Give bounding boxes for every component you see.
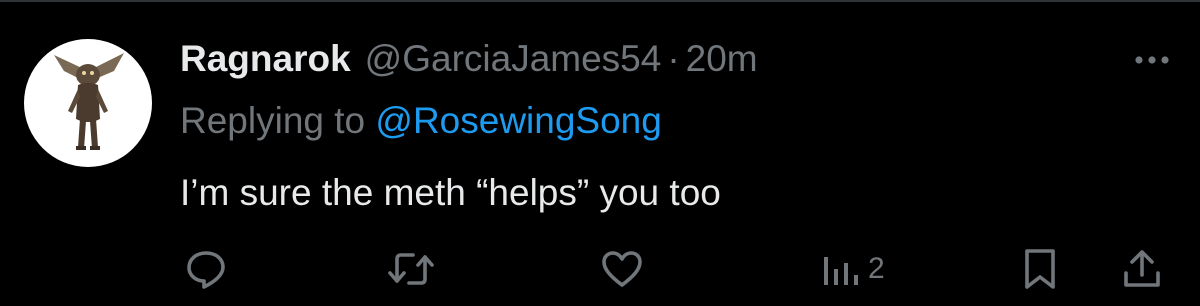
avatar[interactable] xyxy=(24,39,152,167)
bookmark-icon xyxy=(1025,249,1055,289)
timestamp[interactable]: 20m xyxy=(686,38,758,80)
replying-to-label: Replying to xyxy=(180,100,376,141)
views-icon xyxy=(824,257,858,285)
replying-to-line: Replying to @RosewingSong xyxy=(180,100,662,142)
retweet-button[interactable] xyxy=(386,246,436,292)
top-divider xyxy=(0,0,1200,2)
tweet-text: I’m sure the meth “helps” you too xyxy=(180,172,721,213)
more-dots-icon xyxy=(1135,56,1169,64)
reply-icon xyxy=(187,251,225,289)
bookmark-button[interactable] xyxy=(1022,246,1058,292)
share-icon xyxy=(1124,250,1160,287)
views-button[interactable]: 2 xyxy=(822,246,885,292)
user-handle[interactable]: @GarciaJames54 xyxy=(365,38,662,80)
share-button[interactable] xyxy=(1122,246,1162,292)
retweet-icon xyxy=(388,253,434,285)
more-options-button[interactable] xyxy=(1130,46,1174,74)
display-name[interactable]: Ragnarok xyxy=(180,38,351,80)
tweet-header: Ragnarok @GarciaJames54 · 20m xyxy=(180,38,758,86)
replying-to-mention[interactable]: @RosewingSong xyxy=(375,100,661,141)
like-button[interactable] xyxy=(600,246,644,292)
separator-dot: · xyxy=(667,38,680,79)
heart-icon xyxy=(602,251,642,287)
reply-button[interactable] xyxy=(184,246,228,292)
gremlin-avatar-image xyxy=(54,53,124,150)
views-count: 2 xyxy=(868,252,885,285)
